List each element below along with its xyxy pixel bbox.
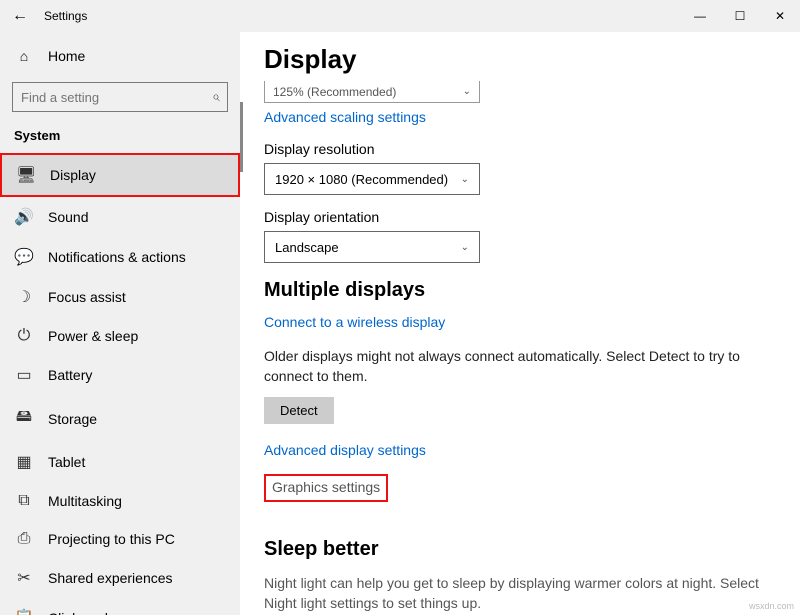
sidebar-item-label: Power & sleep xyxy=(48,328,138,344)
sidebar: ⌂ Home ⌕ System 🖥 Display 🔊 Sound 💬 Notificat… xyxy=(0,32,240,615)
sidebar-item-shared[interactable]: ✂ Shared experiences xyxy=(0,558,240,598)
home-icon: ⌂ xyxy=(14,48,34,64)
battery-icon: ▭ xyxy=(14,365,34,385)
sidebar-item-label: Battery xyxy=(48,367,92,383)
display-icon: 🖥 xyxy=(16,165,36,185)
detect-button[interactable]: Detect xyxy=(264,397,334,424)
advanced-scaling-link[interactable]: Advanced scaling settings xyxy=(264,109,426,125)
wireless-display-link[interactable]: Connect to a wireless display xyxy=(264,314,445,330)
sidebar-item-projecting[interactable]: ⎙ Projecting to this PC xyxy=(0,520,240,558)
sidebar-item-sound[interactable]: 🔊 Sound xyxy=(0,197,240,237)
shared-icon: ✂ xyxy=(14,568,34,588)
titlebar: ← Settings — ☐ ✕ xyxy=(0,0,800,32)
back-button[interactable]: ← xyxy=(0,7,40,25)
sidebar-item-label: Shared experiences xyxy=(48,570,173,586)
sidebar-item-label: Storage xyxy=(48,411,97,427)
sidebar-item-battery[interactable]: ▭ Battery xyxy=(0,355,240,395)
projecting-icon: ⎙ xyxy=(14,530,34,548)
home-link[interactable]: ⌂ Home xyxy=(0,40,240,72)
scale-select[interactable]: 125% (Recommended) ⌄ xyxy=(264,81,480,103)
watermark: wsxdn.com xyxy=(749,601,794,611)
window-title: Settings xyxy=(40,9,87,23)
home-label: Home xyxy=(48,48,85,64)
sidebar-item-label: Display xyxy=(50,167,96,183)
multitasking-icon: ⧉ xyxy=(14,492,34,510)
older-displays-text: Older displays might not always connect … xyxy=(264,346,764,387)
sidebar-item-tablet[interactable]: ▦ Tablet xyxy=(0,442,240,482)
multiple-displays-title: Multiple displays xyxy=(264,279,776,302)
orientation-value: Landscape xyxy=(275,240,339,255)
sidebar-item-label: Clipboard xyxy=(48,610,108,615)
sidebar-item-label: Notifications & actions xyxy=(48,249,186,265)
sidebar-item-notifications[interactable]: 💬 Notifications & actions xyxy=(0,237,240,277)
close-button[interactable]: ✕ xyxy=(760,0,800,32)
sidebar-item-focus-assist[interactable]: ☽ Focus assist xyxy=(0,277,240,317)
sidebar-item-label: Projecting to this PC xyxy=(48,531,175,547)
minimize-button[interactable]: — xyxy=(680,0,720,32)
chevron-down-icon: ⌄ xyxy=(461,174,469,185)
advanced-display-link[interactable]: Advanced display settings xyxy=(264,442,426,458)
chevron-down-icon: ⌄ xyxy=(461,242,469,253)
focus-assist-icon: ☽ xyxy=(14,287,34,307)
group-title: System xyxy=(0,124,240,153)
sidebar-item-label: Focus assist xyxy=(48,289,126,305)
storage-icon: 🖴 xyxy=(14,405,34,432)
tablet-icon: ▦ xyxy=(14,452,34,472)
sidebar-item-label: Multitasking xyxy=(48,493,122,509)
sound-icon: 🔊 xyxy=(14,207,34,227)
resolution-value: 1920 × 1080 (Recommended) xyxy=(275,172,448,187)
sleep-better-title: Sleep better xyxy=(264,538,776,561)
resolution-select[interactable]: 1920 × 1080 (Recommended) ⌄ xyxy=(264,163,480,195)
scroll-indicator[interactable] xyxy=(240,102,243,172)
chevron-down-icon: ⌄ xyxy=(463,86,471,97)
power-sleep-icon: ⏻ xyxy=(14,327,34,345)
nav-list: 🖥 Display 🔊 Sound 💬 Notifications & actions ☽ F… xyxy=(0,153,240,615)
sidebar-item-clipboard[interactable]: 📋 Clipboard xyxy=(0,598,240,615)
notifications-icon: 💬 xyxy=(14,247,34,267)
sidebar-item-display[interactable]: 🖥 Display xyxy=(0,153,240,197)
content: Display 125% (Recommended) ⌄ Advanced sc… xyxy=(240,32,800,615)
search-input[interactable] xyxy=(12,82,228,112)
resolution-label: Display resolution xyxy=(264,141,776,157)
graphics-highlight: Graphics settings xyxy=(264,474,388,502)
sidebar-item-label: Sound xyxy=(48,209,88,225)
scale-value: 125% (Recommended) xyxy=(273,85,396,99)
orientation-label: Display orientation xyxy=(264,209,776,225)
sidebar-item-storage[interactable]: 🖴 Storage xyxy=(0,395,240,442)
clipboard-icon: 📋 xyxy=(14,608,34,615)
sidebar-item-label: Tablet xyxy=(48,454,85,470)
page-title: Display xyxy=(264,44,776,75)
maximize-button[interactable]: ☐ xyxy=(720,0,760,32)
sidebar-item-power-sleep[interactable]: ⏻ Power & sleep xyxy=(0,317,240,355)
search-wrap: ⌕ xyxy=(12,82,228,112)
sleep-better-text: Night light can help you get to sleep by… xyxy=(264,573,764,614)
graphics-settings-link[interactable]: Graphics settings xyxy=(272,479,380,495)
sidebar-item-multitasking[interactable]: ⧉ Multitasking xyxy=(0,482,240,520)
orientation-select[interactable]: Landscape ⌄ xyxy=(264,231,480,263)
